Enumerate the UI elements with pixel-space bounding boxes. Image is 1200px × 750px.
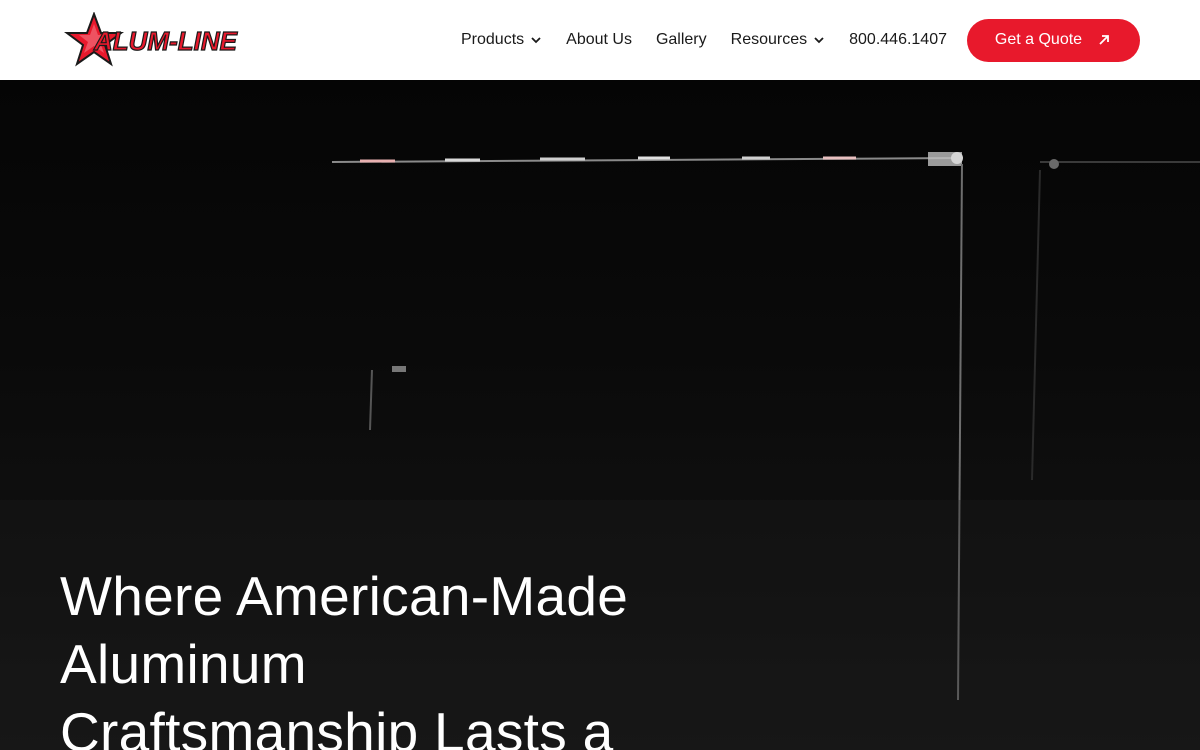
quote-button-label: Get a Quote xyxy=(994,31,1083,48)
nav-item-gallery[interactable]: Gallery xyxy=(656,31,707,49)
site-header: ALUM-LINE Products About Us Gallery Reso… xyxy=(0,0,1200,80)
main-nav: Products About Us Gallery Resources 800.… xyxy=(461,18,1140,62)
nav-item-about-us[interactable]: About Us xyxy=(566,31,632,49)
hero-section: Where American-Made Aluminum Craftsmansh… xyxy=(0,80,1200,750)
phone-number: 800.446.1407 xyxy=(849,31,947,48)
nav-item-resources[interactable]: Resources xyxy=(731,31,825,49)
nav-item-label: Resources xyxy=(730,31,808,48)
hero-title: Where American-Made Aluminum Craftsmansh… xyxy=(60,565,629,750)
nav-item-products[interactable]: Products xyxy=(461,31,542,49)
nav-item-label: Gallery xyxy=(655,31,707,48)
nav-item-label: Products xyxy=(461,31,525,48)
star-logo-icon: ALUM-LINE xyxy=(64,12,238,67)
get-a-quote-button[interactable]: Get a Quote xyxy=(967,18,1140,62)
nav-phone-link[interactable]: 800.446.1407 xyxy=(849,31,947,49)
nav-item-label: About Us xyxy=(566,31,632,48)
logo-wordmark: ALUM-LINE xyxy=(93,26,238,56)
chevron-down-icon xyxy=(531,37,541,44)
arrow-up-right-icon xyxy=(1099,35,1109,45)
chevron-down-icon xyxy=(814,37,824,44)
logo[interactable]: ALUM-LINE xyxy=(60,12,272,68)
